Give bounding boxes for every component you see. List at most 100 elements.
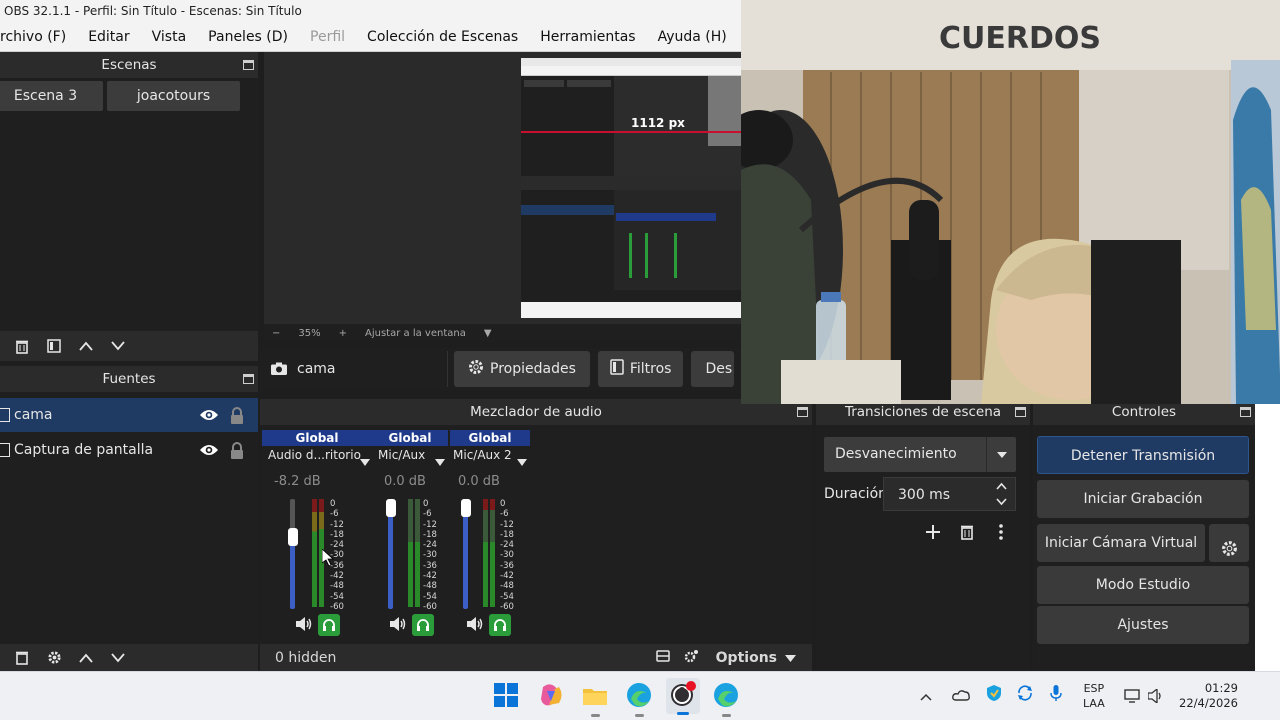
preview-canvas[interactable]: 1112 px	[264, 52, 741, 324]
move-down-icon[interactable]	[102, 643, 134, 673]
undock-icon[interactable]	[243, 60, 254, 70]
db-scale-tick: -42	[423, 571, 437, 582]
menu-herramientas[interactable]: Herramientas	[529, 29, 646, 45]
options-button[interactable]: Options	[716, 650, 777, 666]
gear-icon[interactable]	[38, 643, 70, 673]
move-down-icon[interactable]	[102, 331, 134, 361]
undock-icon[interactable]	[243, 374, 254, 384]
stop-stream-button[interactable]: Detener Transmisión	[1037, 436, 1249, 474]
transitions-dock: Transiciones de escena Desvanecimiento D…	[816, 399, 1030, 671]
undock-icon[interactable]	[1015, 407, 1026, 417]
source-item-captura[interactable]: Captura de pantalla	[0, 433, 258, 467]
speaker-icon[interactable]	[296, 616, 312, 635]
undock-icon[interactable]	[1240, 407, 1251, 417]
duration-spinbox[interactable]: 300 ms	[883, 477, 1016, 511]
db-scale: 0 -6 -12 -18 -24 -30 -36 -42 -48 -54 -60	[500, 499, 514, 612]
screen-edge	[1255, 404, 1280, 671]
sources-dock: Fuentes cama Captura de pantalla	[0, 366, 258, 671]
visibility-eye-icon[interactable]	[198, 404, 220, 426]
undock-icon[interactable]	[797, 407, 808, 417]
db-scale-tick: -60	[500, 601, 514, 612]
onedrive-icon[interactable]	[952, 686, 970, 705]
headphones-icon[interactable]	[489, 614, 511, 636]
microphone-icon[interactable]	[1050, 684, 1062, 706]
filter-icon[interactable]	[38, 331, 70, 361]
virtual-camera-settings-button[interactable]	[1209, 524, 1249, 562]
channel-menu-icon[interactable]	[360, 451, 370, 470]
spin-arrows-icon[interactable]	[996, 480, 1007, 511]
fit-window-label[interactable]: Ajustar a la ventana	[365, 328, 466, 339]
channel-name: Mic/Aux	[378, 448, 426, 462]
db-scale-tick: -18	[500, 529, 514, 540]
trash-icon[interactable]	[6, 643, 38, 673]
filters-button[interactable]: Filtros	[597, 351, 684, 387]
clock[interactable]: 01:29 22/4/2026	[1179, 681, 1238, 711]
tray-overflow-icon[interactable]	[920, 686, 936, 705]
trash-icon[interactable]	[952, 517, 982, 547]
db-scale-tick: -6	[330, 509, 339, 520]
move-up-icon[interactable]	[70, 331, 102, 361]
visibility-eye-icon[interactable]	[198, 439, 220, 461]
move-up-icon[interactable]	[70, 643, 102, 673]
defender-icon[interactable]	[986, 684, 1002, 706]
hidden-count[interactable]: 0 hidden	[275, 650, 656, 666]
edge-profile-icon[interactable]	[712, 681, 742, 717]
zoom-out-button[interactable]: −	[272, 328, 280, 339]
zoom-level: 35%	[298, 327, 321, 339]
menu-ayuda[interactable]: Ayuda (H)	[647, 29, 738, 45]
settings-button[interactable]: Ajustes	[1037, 606, 1249, 644]
zoom-in-button[interactable]: +	[339, 328, 347, 339]
source-item-cama[interactable]: cama	[0, 398, 258, 432]
menu-perfil[interactable]: Perfil	[299, 29, 356, 45]
chevron-down-icon[interactable]	[785, 650, 796, 666]
mixer-footer: 0 hidden Options	[260, 644, 812, 671]
source-label: cama	[14, 407, 53, 423]
speaker-icon[interactable]	[390, 616, 406, 635]
db-scale-tick: -54	[423, 591, 437, 602]
start-recording-button[interactable]: Iniciar Grabación	[1037, 480, 1249, 518]
lock-icon[interactable]	[228, 439, 246, 461]
zoom-dropdown-icon[interactable]: ▼	[484, 328, 492, 339]
headphones-icon[interactable]	[318, 614, 340, 636]
db-scale-tick: -42	[500, 571, 514, 582]
volume-icon[interactable]	[1147, 687, 1164, 707]
headphones-icon[interactable]	[412, 614, 434, 636]
virtual-camera-button[interactable]: Iniciar Cámara Virtual	[1037, 524, 1205, 562]
channel-menu-icon[interactable]	[435, 451, 445, 470]
menu-paneles[interactable]: Paneles (D)	[197, 29, 299, 45]
layout-icon[interactable]	[655, 649, 670, 666]
studio-mode-button[interactable]: Modo Estudio	[1037, 566, 1249, 604]
scenes-toolbar	[0, 331, 258, 361]
preview-measure-label: 1112 px	[631, 116, 685, 130]
db-scale-tick: -60	[330, 601, 344, 612]
db-scale-tick: -24	[423, 540, 437, 551]
scene-item[interactable]: Escena 3	[0, 81, 103, 111]
menu-editar[interactable]: Editar	[77, 29, 140, 45]
speaker-icon[interactable]	[467, 616, 483, 635]
db-scale-tick: -24	[500, 540, 514, 551]
obs-taskbar-icon[interactable]	[666, 678, 700, 715]
transition-select[interactable]: Desvanecimiento	[824, 437, 1016, 472]
copilot-icon[interactable]	[537, 681, 567, 711]
trash-icon[interactable]	[6, 331, 38, 361]
sync-icon[interactable]	[1016, 685, 1034, 705]
file-explorer-icon[interactable]	[581, 681, 611, 717]
properties-label: Propiedades	[490, 361, 576, 377]
advanced-audio-icon[interactable]	[684, 649, 700, 667]
gear-icon	[468, 359, 484, 379]
properties-button[interactable]: Propiedades	[454, 351, 590, 387]
wall-sign: CUERDOS	[939, 21, 1101, 56]
lock-icon[interactable]	[228, 404, 246, 426]
windows-start-icon[interactable]	[492, 681, 522, 711]
menu-archivo[interactable]: rchivo (F)	[0, 29, 77, 45]
network-icon[interactable]	[1124, 688, 1140, 707]
edge-icon[interactable]	[625, 681, 655, 717]
menu-vista[interactable]: Vista	[141, 29, 198, 45]
scene-item[interactable]: joacotours	[107, 81, 240, 111]
language-indicator[interactable]: ESP LAA	[1083, 681, 1105, 711]
more-options-icon[interactable]	[986, 517, 1016, 547]
add-icon[interactable]	[918, 517, 948, 547]
channel-menu-icon[interactable]	[517, 451, 527, 470]
deactivate-button[interactable]: Des	[691, 351, 735, 387]
menu-coleccion-escenas[interactable]: Colección de Escenas	[356, 29, 529, 45]
